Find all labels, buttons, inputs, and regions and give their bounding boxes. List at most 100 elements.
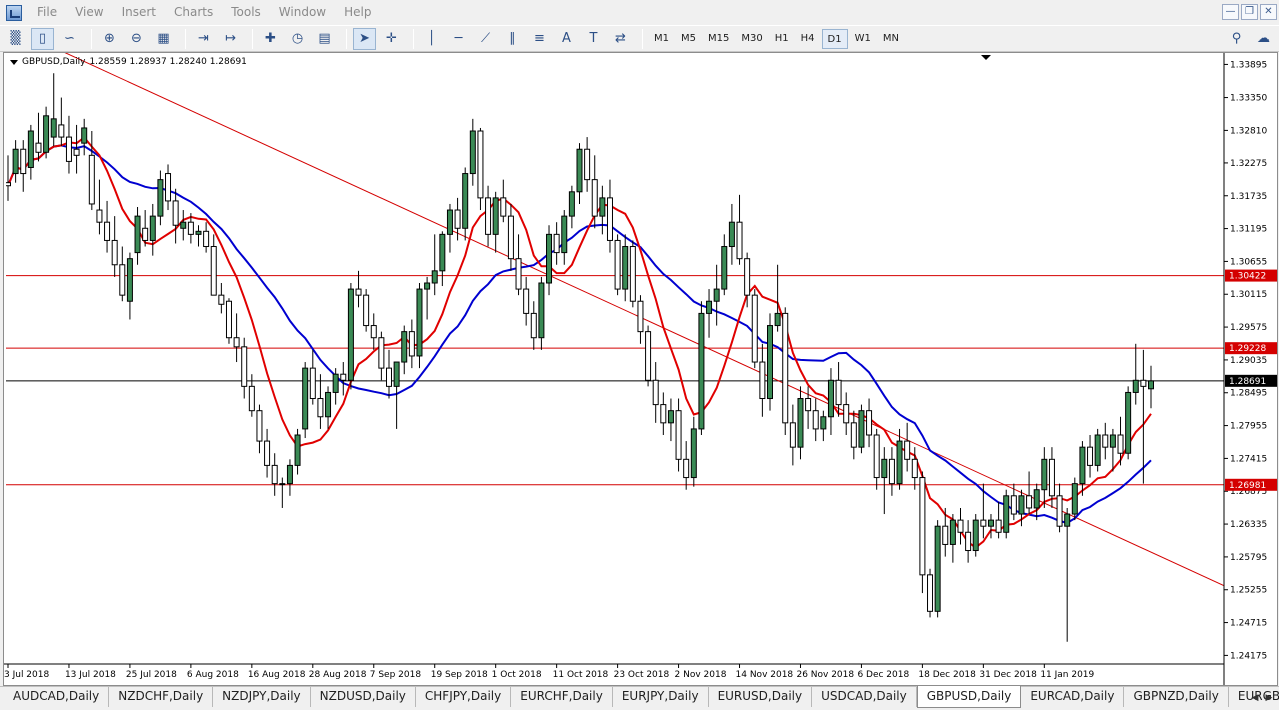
candle-body (439, 233, 446, 272)
equidistant-channel-icon[interactable]: ∥ (501, 28, 524, 50)
candle (363, 289, 370, 332)
timeframe-m15[interactable]: M15 (703, 29, 734, 49)
candle-body (1148, 380, 1154, 390)
menu-insert[interactable]: Insert (113, 0, 165, 25)
tab-chfjpy[interactable]: CHFJPY,Daily (416, 687, 512, 707)
candle (416, 283, 423, 369)
candle-body (561, 215, 568, 254)
candle-body (256, 410, 263, 442)
y-tick-label: 1.26335 (1230, 520, 1267, 530)
autoscroll-icon[interactable]: ↦ (219, 28, 242, 50)
tab-nzdusd[interactable]: NZDUSD,Daily (311, 687, 416, 707)
timeframe-d1[interactable]: D1 (821, 28, 848, 49)
x-tick-label: 25 Jul 2018 (126, 670, 177, 680)
price-chart[interactable]: 1.33895 1.33350 1.32810 1.32275 1.31735 1.311… (4, 53, 1277, 685)
candle (264, 428, 271, 478)
horizontal-line-icon[interactable]: ─ (447, 28, 470, 50)
candle-body (1132, 379, 1139, 393)
bar-chart-icon[interactable]: ▒ (4, 28, 27, 50)
timeframe-w1[interactable]: W1 (850, 29, 876, 49)
line-chart-icon[interactable]: ∽ (58, 28, 81, 50)
candle-body (866, 410, 873, 436)
search-icon[interactable]: ⚲ (1225, 28, 1248, 50)
candle-body (386, 367, 392, 387)
candlestick-icon[interactable]: ▯ (31, 27, 54, 50)
candle (934, 520, 941, 618)
close-icon[interactable]: ✕ (1260, 4, 1277, 20)
tab-eurchf[interactable]: EURCHF,Daily (511, 687, 613, 707)
toolbar-separator (91, 28, 92, 49)
menu-file[interactable]: File (28, 0, 66, 25)
zoom-out-icon[interactable]: ⊖ (125, 28, 148, 50)
candle (995, 501, 1002, 539)
arrows-icon[interactable]: ⇄ (609, 28, 632, 50)
scroll-right-icon[interactable]: ▶ (1263, 691, 1275, 705)
zoom-in-icon[interactable]: ⊕ (98, 28, 121, 50)
chart-shift-icon[interactable]: ⇥ (192, 28, 215, 50)
tile-windows-icon[interactable]: ▦ (152, 28, 175, 50)
vertical-line-icon[interactable]: │ (420, 28, 443, 50)
candle (698, 301, 705, 435)
tab-audcad[interactable]: AUDCAD,Daily (4, 687, 110, 707)
menu-view[interactable]: View (66, 0, 112, 25)
candle (195, 225, 202, 247)
menu-charts[interactable]: Charts (165, 0, 222, 25)
tab-gbpnzd[interactable]: GBPNZD,Daily (1124, 687, 1229, 707)
timeframe-h4[interactable]: H4 (796, 29, 820, 49)
candle-body (73, 148, 80, 156)
tab-gbpusd[interactable]: GBPUSD,Daily (916, 686, 1022, 708)
scroll-left-icon[interactable]: ◀ (1249, 691, 1261, 705)
timeframe-h1[interactable]: H1 (770, 29, 794, 49)
tab-usdcad[interactable]: USDCAD,Daily (812, 687, 917, 707)
candle (683, 441, 690, 490)
candle (827, 368, 834, 435)
menu-help[interactable]: Help (335, 0, 380, 25)
y-tick-label: 1.25795 (1230, 553, 1267, 563)
candle (172, 188, 179, 244)
candle-body (210, 246, 217, 296)
y-tick-label: 1.27415 (1230, 454, 1267, 464)
candle-body (888, 458, 895, 485)
candle-body (599, 197, 606, 217)
candle (690, 416, 697, 487)
tab-eurjpy[interactable]: EURJPY,Daily (613, 687, 709, 707)
tab-nzdjpy[interactable]: NZDJPY,Daily (213, 687, 311, 707)
dropdown-triangle-icon[interactable] (10, 59, 18, 65)
minimize-icon[interactable]: — (1222, 4, 1239, 20)
candle-body (142, 227, 149, 241)
candle-body (454, 209, 461, 229)
templates-icon[interactable]: ▤ (313, 28, 336, 50)
trendline-icon[interactable]: ⟋ (474, 28, 497, 50)
cursor-icon[interactable]: ➤ (353, 27, 376, 50)
y-tick-label: 1.27955 (1230, 422, 1267, 432)
timeframe-m30[interactable]: M30 (736, 29, 767, 49)
candle (286, 459, 293, 496)
fibonacci-icon[interactable]: ≡ (528, 28, 551, 50)
text-icon[interactable]: A (555, 28, 578, 50)
menu-tools[interactable]: Tools (222, 0, 270, 25)
community-icon[interactable]: ☁ (1252, 28, 1275, 50)
timeframe-mn[interactable]: MN (878, 29, 904, 49)
timeframe-m1[interactable]: M1 (649, 29, 674, 49)
chart-window[interactable]: 1.33895 1.33350 1.32810 1.32275 1.31735 1.311… (3, 52, 1278, 686)
periods-icon[interactable]: ◷ (286, 28, 309, 50)
timeframe-m5[interactable]: M5 (676, 29, 701, 49)
app-logo-icon[interactable] (6, 4, 22, 21)
candle (675, 398, 682, 472)
tab-eurcad[interactable]: EURCAD,Daily (1021, 687, 1125, 707)
restore-icon[interactable]: ❐ (1241, 4, 1258, 20)
x-tick-label: 6 Aug 2018 (187, 670, 239, 680)
tab-nzdchf[interactable]: NZDCHF,Daily (109, 687, 214, 707)
candle (667, 398, 674, 442)
candle (325, 386, 332, 429)
menu-window[interactable]: Window (270, 0, 335, 25)
candle (629, 240, 636, 308)
candle (340, 362, 347, 396)
text-label-icon[interactable]: T (582, 28, 605, 50)
candle (1003, 489, 1010, 539)
candle-body (446, 209, 453, 235)
candle-body (431, 270, 438, 284)
crosshair-icon[interactable]: ✛ (380, 28, 403, 50)
tab-eurusd[interactable]: EURUSD,Daily (709, 687, 813, 707)
indicators-icon[interactable]: ✚ (259, 28, 282, 50)
